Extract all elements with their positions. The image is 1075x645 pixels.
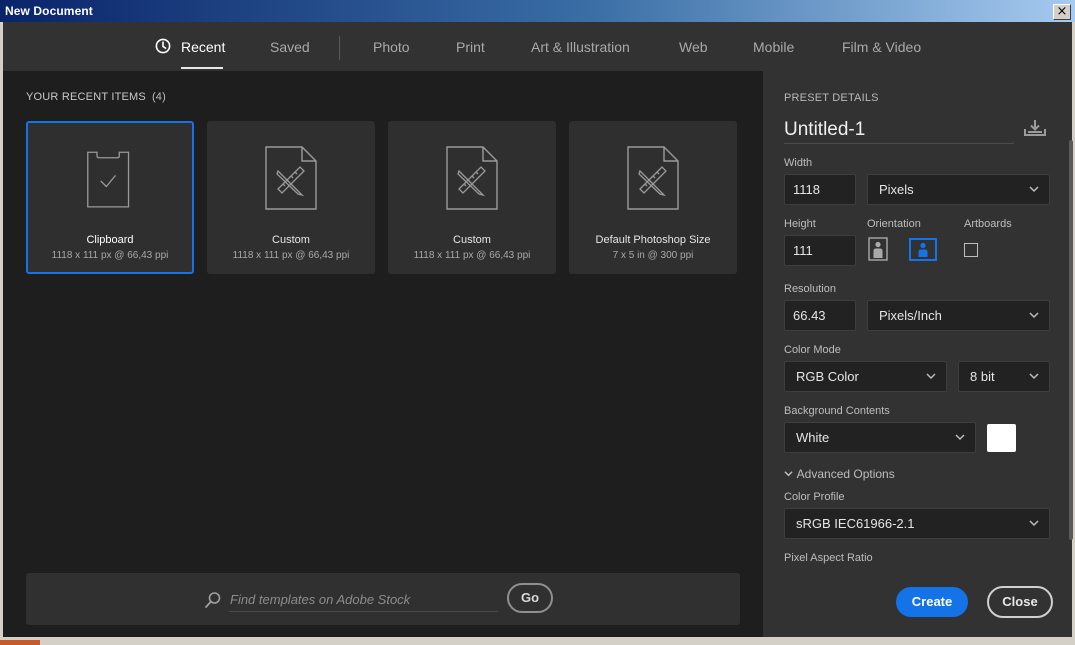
- orientation-landscape-button[interactable]: [909, 237, 937, 262]
- artboards-label: Artboards: [964, 218, 1012, 230]
- color-mode-value: RGB Color: [796, 369, 859, 384]
- create-button[interactable]: Create: [896, 587, 968, 617]
- document-ruler-pencil-icon: [265, 146, 317, 210]
- background-contents-value: White: [796, 430, 830, 445]
- color-mode-select[interactable]: RGB Color: [784, 361, 947, 392]
- recent-item-size: 1118 x 111 px @ 66,43 ppi: [413, 250, 531, 261]
- tab-film-video[interactable]: Film & Video: [842, 39, 921, 55]
- width-label: Width: [784, 157, 813, 169]
- active-tab-indicator: [181, 67, 223, 69]
- chevron-down-icon: [926, 373, 936, 380]
- background-color-swatch[interactable]: [987, 424, 1016, 452]
- recent-item-default-photoshop-size[interactable]: Default Photoshop Size 7 x 5 in @ 300 pp…: [569, 121, 737, 274]
- artboards-checkbox[interactable]: [964, 243, 978, 257]
- height-label: Height: [784, 218, 816, 230]
- color-profile-select[interactable]: sRGB IEC61966-2.1: [784, 508, 1050, 539]
- chevron-down-icon: [1029, 186, 1039, 193]
- tab-web[interactable]: Web: [679, 39, 708, 55]
- go-button[interactable]: Go: [507, 583, 553, 613]
- recent-item-name: Custom: [453, 234, 491, 246]
- recent-item-size: 1118 x 111 px @ 66,43 ppi: [51, 250, 169, 261]
- window-title: New Document: [5, 4, 93, 18]
- tab-mobile[interactable]: Mobile: [753, 39, 794, 55]
- chevron-down-icon: [1029, 373, 1039, 380]
- chevron-down-icon: [1029, 520, 1039, 527]
- tab-divider: [339, 36, 340, 60]
- color-mode-label: Color Mode: [784, 344, 841, 356]
- recent-items-count: (4): [151, 91, 166, 103]
- orientation-label: Orientation: [867, 218, 921, 230]
- window-close-button[interactable]: ×: [1053, 4, 1071, 20]
- clock-icon: [155, 38, 171, 54]
- recent-item-custom-1[interactable]: Custom 1118 x 111 px @ 66,43 ppi: [207, 121, 375, 274]
- pixel-aspect-ratio-label: Pixel Aspect Ratio: [784, 552, 873, 564]
- window-border-bottom: [0, 637, 1075, 645]
- resolution-label: Resolution: [784, 283, 836, 295]
- recent-item-clipboard[interactable]: Clipboard 1118 x 111 px @ 66,43 ppi: [26, 121, 194, 274]
- height-input[interactable]: [784, 235, 856, 266]
- chevron-down-icon: [1029, 312, 1039, 319]
- background-contents-label: Background Contents: [784, 405, 890, 417]
- recent-item-custom-2[interactable]: Custom 1118 x 111 px @ 66,43 ppi: [388, 121, 556, 274]
- preset-panel-scrollbar[interactable]: [1069, 140, 1073, 540]
- resolution-unit-select[interactable]: Pixels/Inch: [867, 300, 1050, 331]
- width-input[interactable]: [784, 174, 856, 205]
- recent-item-name: Default Photoshop Size: [595, 234, 711, 246]
- chevron-down-icon: [955, 434, 965, 441]
- bit-depth-value: 8 bit: [970, 369, 995, 384]
- clipboard-icon: [87, 151, 130, 208]
- tab-recent[interactable]: Recent: [181, 39, 225, 55]
- document-ruler-pencil-icon: [446, 146, 498, 210]
- color-profile-value: sRGB IEC61966-2.1: [796, 516, 915, 531]
- resolution-input[interactable]: [784, 300, 856, 331]
- stock-search-input[interactable]: [229, 587, 498, 612]
- tab-saved[interactable]: Saved: [270, 39, 310, 55]
- recent-items-heading: YOUR RECENT ITEMS (4): [26, 91, 166, 103]
- recent-item-name: Custom: [272, 234, 310, 246]
- portrait-icon: [868, 237, 888, 261]
- advanced-options-label: Advanced Options: [796, 467, 895, 481]
- landscape-icon: [909, 238, 937, 261]
- advanced-options-toggle[interactable]: Advanced Options: [784, 467, 895, 481]
- recent-item-size: 7 x 5 in @ 300 ppi: [612, 250, 694, 261]
- recent-items-title: YOUR RECENT ITEMS: [26, 91, 146, 103]
- window-titlebar: New Document ×: [0, 0, 1075, 22]
- document-name-input[interactable]: [784, 117, 1014, 144]
- recent-item-name: Clipboard: [86, 234, 134, 246]
- color-profile-label: Color Profile: [784, 491, 845, 503]
- taskbar-fragment: [0, 640, 40, 645]
- tab-photo[interactable]: Photo: [373, 39, 410, 55]
- disclosure-chevron-icon: [784, 467, 794, 481]
- stock-search-bar: Go: [26, 573, 740, 625]
- search-icon: [205, 592, 221, 608]
- orientation-portrait-button[interactable]: [867, 237, 893, 262]
- tab-art-illustration[interactable]: Art & Illustration: [531, 39, 630, 55]
- document-ruler-pencil-icon: [627, 146, 679, 210]
- save-preset-icon[interactable]: [1024, 119, 1046, 137]
- width-unit-select[interactable]: Pixels: [867, 174, 1050, 205]
- background-contents-select[interactable]: White: [784, 422, 976, 453]
- resolution-unit-value: Pixels/Inch: [879, 308, 942, 323]
- preset-details-title: PRESET DETAILS: [784, 92, 879, 104]
- bit-depth-select[interactable]: 8 bit: [958, 361, 1050, 392]
- close-button[interactable]: Close: [987, 586, 1053, 618]
- width-unit-value: Pixels: [879, 182, 914, 197]
- recent-item-size: 1118 x 111 px @ 66,43 ppi: [232, 250, 350, 261]
- tab-print[interactable]: Print: [456, 39, 485, 55]
